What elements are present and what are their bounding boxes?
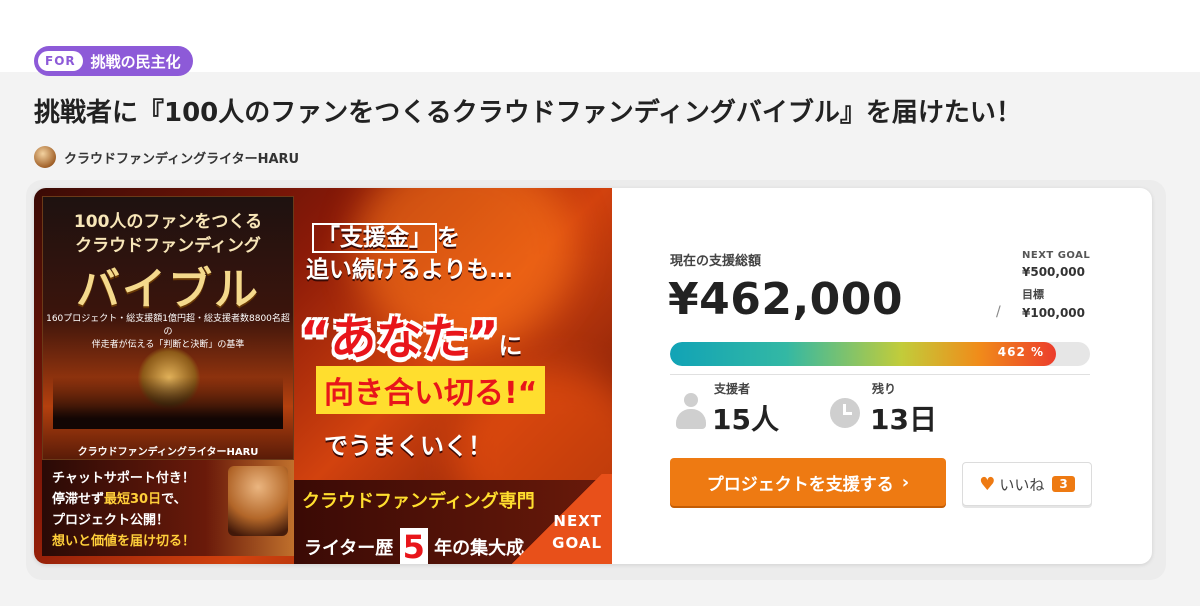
next-goal-amount: ¥500,000 — [1022, 265, 1086, 279]
avatar — [34, 146, 56, 168]
author-photo — [228, 466, 288, 536]
category-label: 挑戦の民主化 — [90, 52, 181, 71]
project-banner-image[interactable]: 100人のファンをつくる クラウドファンディング バイブル 160プロジェクト・… — [34, 188, 612, 564]
book-title-line1: 100人のファンをつくる — [73, 212, 263, 232]
book-author: クラウドファンディングライターHARU — [77, 447, 259, 458]
backers-label: 支援者 — [714, 382, 751, 396]
like-label: いいね — [999, 475, 1045, 494]
book-cover: 100人のファンをつくる クラウドファンディング バイブル 160プロジェクト・… — [42, 196, 294, 460]
book-desc-line1: 160プロジェクト・総支援額1億円超・総支援者数8800名超の — [46, 314, 290, 337]
project-card: 100人のファンをつくる クラウドファンディング バイブル 160プロジェクト・… — [34, 188, 1152, 564]
catch-line3: “あなた”に — [300, 311, 523, 365]
for-label: FOR — [38, 51, 83, 71]
support-button-label: プロジェクトを支援する — [706, 474, 894, 495]
goal-amount: ¥100,000 — [1022, 306, 1086, 320]
next-goal-label: NEXT GOAL — [1022, 250, 1091, 261]
clock-icon — [830, 398, 860, 428]
author-name: クラウドファンディングライターHARU — [64, 151, 300, 167]
person-icon — [676, 393, 706, 431]
runners-silhouette — [53, 377, 283, 429]
remaining-days: 13日 — [870, 403, 937, 436]
heart-icon: ♥ — [979, 473, 996, 495]
backers-count: 15人 — [712, 403, 779, 436]
catch-line1: 「支援金」を — [312, 218, 460, 253]
total-label: 現在の支援総額 — [670, 254, 762, 269]
goal-label: 目標 — [1022, 288, 1044, 301]
next-goal-ribbon-text: NEXT GOAL — [552, 512, 602, 552]
like-count-badge: 3 — [1052, 476, 1075, 492]
funding-stats: 現在の支援総額 ¥462,000 NEXT GOAL ¥500,000 / 目標… — [612, 188, 1152, 564]
progress-percent: 462 % — [997, 345, 1044, 359]
remaining-label: 残り — [872, 382, 897, 396]
category-tag[interactable]: FOR 挑戦の民主化 — [34, 46, 193, 76]
catch-line2: 追い続けるよりも… — [306, 257, 513, 283]
catch-line4: 向き合い切る!“ — [316, 366, 546, 414]
support-project-button[interactable]: プロジェクトを支援する › — [670, 458, 946, 506]
total-amount: ¥462,000 — [668, 274, 904, 325]
chevron-right-icon: › — [901, 471, 910, 493]
goal-separator: / — [996, 304, 1001, 320]
progress-bar: 462 % — [670, 342, 1090, 366]
book-title-main: バイブル — [76, 264, 260, 315]
author[interactable]: クラウドファンディングライターHARU — [34, 146, 299, 168]
project-title: 挑戦者に『100人のファンをつくるクラウドファンディングバイブル』を届けたい！ — [34, 98, 1022, 128]
like-button[interactable]: ♥ いいね 3 — [962, 462, 1092, 506]
chat-support-box: チャットサポート付き！ 停滞せず最短30日で、 プロジェクト公開！ 想いと価値を… — [42, 460, 294, 556]
catch-line5: でうまくいく！ — [324, 432, 492, 460]
divider — [670, 374, 1090, 375]
